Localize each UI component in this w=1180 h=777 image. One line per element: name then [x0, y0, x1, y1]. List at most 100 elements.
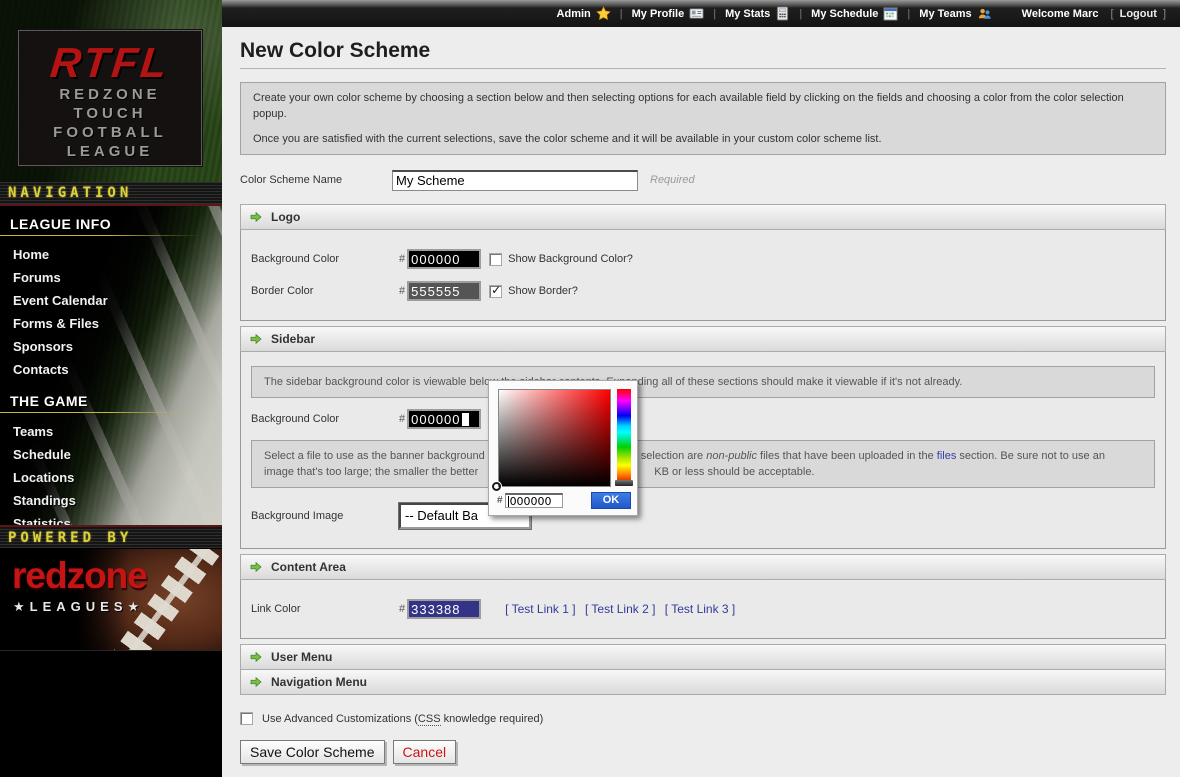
calendar-icon	[883, 6, 898, 21]
hash-prefix: #	[399, 285, 405, 297]
topbar-item-label: My Schedule	[811, 8, 878, 20]
files-link[interactable]: files	[937, 450, 957, 462]
bracket: [	[1110, 8, 1113, 20]
green-arrow-icon	[250, 676, 262, 688]
section-header-content-area[interactable]: Content Area	[240, 554, 1166, 580]
note-fragment: selection are	[641, 450, 703, 462]
topbar-item-my-teams[interactable]: My Teams	[919, 6, 991, 21]
sidebar-item-schedule[interactable]: Schedule	[0, 443, 222, 466]
checkbox-label: Show Background Color?	[508, 253, 633, 265]
section-header-navigation-menu[interactable]: Navigation Menu	[240, 669, 1166, 695]
label-fragment: knowledge required)	[441, 713, 544, 725]
note-fragment: files that have been uploaded in the	[760, 450, 934, 462]
hex-value: 000000	[411, 412, 460, 427]
note-fragment: section. Be sure not to use an	[959, 450, 1105, 462]
field-label: Background Image	[251, 510, 399, 522]
green-arrow-icon	[250, 333, 262, 345]
background-image-note-infobox: Select a file to use as the banner backg…	[251, 440, 1155, 488]
color-scheme-name-row: Color Scheme Name Required	[240, 168, 1166, 192]
sidebar-item-sponsors[interactable]: Sponsors	[0, 335, 222, 358]
logo-line: LEAGUE	[19, 142, 201, 161]
logo-line: TOUCH	[19, 104, 201, 123]
link-color-row: Link Color # 333388 [ Test Link 1 ] [ Te…	[251, 598, 1155, 620]
logo-border-color-row: Border Color # 555555 ✓ Show Border?	[251, 280, 1155, 302]
color-scheme-name-input[interactable]	[392, 170, 638, 191]
background-image-row: Background Image -- Default Ba	[251, 502, 1155, 530]
powered-by-led-banner: POWERED BY	[0, 525, 222, 549]
advanced-customizations-checkbox[interactable]: ✓	[240, 712, 253, 725]
note-fragment: Select a file to use as the banner backg…	[264, 450, 485, 462]
saturation-value-gradient[interactable]	[498, 389, 611, 487]
hex-value: 555555	[411, 284, 460, 299]
test-links: [ Test Link 1 ] [ Test Link 2 ] [ Test L…	[505, 602, 741, 616]
cancel-button[interactable]: Cancel	[393, 740, 457, 764]
button-row: Save Color Scheme Cancel	[240, 740, 1166, 764]
color-scheme-name-label: Color Scheme Name	[240, 174, 392, 186]
hue-slider-handle[interactable]	[615, 480, 633, 486]
topbar-item-admin[interactable]: Admin	[557, 6, 611, 21]
separator: |	[713, 8, 716, 20]
section-logo: Logo Background Color # 000000 ✓ Show Ba…	[240, 204, 1166, 321]
logo-border-color-swatch[interactable]: 555555	[407, 281, 481, 301]
sidebar-item-statistics[interactable]: Statistics	[0, 512, 222, 525]
nav-section-title-league-info: LEAGUE INFO	[10, 216, 222, 232]
redzone-wordmark: redzone	[12, 555, 147, 597]
sidebar-background-color-row: Background Color # 000000	[251, 408, 1155, 430]
page-title: New Color Scheme	[240, 39, 1166, 63]
section-header-user-menu[interactable]: User Menu	[240, 644, 1166, 670]
topbar-item-label: My Stats	[725, 8, 770, 20]
topbar-item-my-profile[interactable]: My Profile	[632, 6, 705, 21]
field-label: Background Color	[251, 253, 399, 265]
test-link-2[interactable]: [ Test Link 2 ]	[585, 602, 655, 616]
save-color-scheme-button[interactable]: Save Color Scheme	[240, 740, 385, 764]
section-body-sidebar: The sidebar background color is viewable…	[240, 352, 1166, 549]
field-label: Border Color	[251, 285, 399, 297]
section-content-area: Content Area Link Color # 333388 [ Test …	[240, 554, 1166, 639]
section-title: User Menu	[271, 650, 332, 664]
show-background-color-checkbox[interactable]: ✓	[489, 253, 502, 266]
section-header-sidebar[interactable]: Sidebar	[240, 326, 1166, 352]
section-body-content-area: Link Color # 333388 [ Test Link 1 ] [ Te…	[240, 580, 1166, 639]
bracket: ]	[1163, 8, 1166, 20]
color-picker-popup: # 000000 OK	[488, 380, 638, 516]
label-fragment: Use Advanced Customizations (	[262, 713, 418, 725]
test-link-1[interactable]: [ Test Link 1 ]	[505, 602, 575, 616]
sidebar-item-teams[interactable]: Teams	[0, 420, 222, 443]
field-label: Background Color	[251, 413, 399, 425]
welcome-text: Welcome Marc	[1022, 8, 1099, 20]
picker-hex-input[interactable]: 000000	[505, 493, 563, 508]
logo-background-color-swatch[interactable]: 000000	[407, 249, 481, 269]
show-border-checkbox[interactable]: ✓	[489, 285, 502, 298]
sidebar-item-home[interactable]: Home	[0, 243, 222, 266]
sidebar-background-color-swatch[interactable]: 000000	[407, 409, 481, 429]
color-selector-circle[interactable]	[492, 482, 501, 491]
divider	[0, 412, 200, 413]
sidebar-note-infobox: The sidebar background color is viewable…	[251, 366, 1155, 398]
sidebar-item-standings[interactable]: Standings	[0, 489, 222, 512]
sidebar-item-forms-files[interactable]: Forms & Files	[0, 312, 222, 335]
hex-value: 333388	[411, 602, 460, 617]
topbar-item-my-stats[interactable]: My Stats	[725, 6, 790, 21]
note-fragment: KB or less should be acceptable.	[654, 466, 814, 478]
sidebar-item-event-calendar[interactable]: Event Calendar	[0, 289, 222, 312]
sidebar-item-contacts[interactable]: Contacts	[0, 358, 222, 381]
hue-strip[interactable]	[617, 389, 631, 481]
separator: |	[620, 8, 623, 20]
intro-paragraph: Once you are satisfied with the current …	[253, 131, 1153, 147]
picker-ok-button[interactable]: OK	[591, 492, 631, 509]
test-link-3[interactable]: [ Test Link 3 ]	[665, 602, 735, 616]
sidebar-item-locations[interactable]: Locations	[0, 466, 222, 489]
checkbox-label: Show Border?	[508, 285, 578, 297]
topbar-item-label: My Teams	[919, 8, 971, 20]
logout-link[interactable]: [ Logout ]	[1110, 8, 1166, 20]
section-header-logo[interactable]: Logo	[240, 204, 1166, 230]
main-content: New Color Scheme Create your own color s…	[222, 27, 1180, 777]
redzone-leagues-logo: redzone ★LEAGUES★	[0, 549, 222, 650]
separator: |	[907, 8, 910, 20]
sidebar-item-forums[interactable]: Forums	[0, 266, 222, 289]
topbar-item-my-schedule[interactable]: My Schedule	[811, 6, 898, 21]
page: Admin | My Profile | My Stats | My Sched…	[0, 0, 1180, 777]
note-text: The sidebar background color is viewable…	[264, 374, 1142, 390]
link-color-swatch[interactable]: 333388	[407, 599, 481, 619]
divider	[240, 68, 1166, 69]
